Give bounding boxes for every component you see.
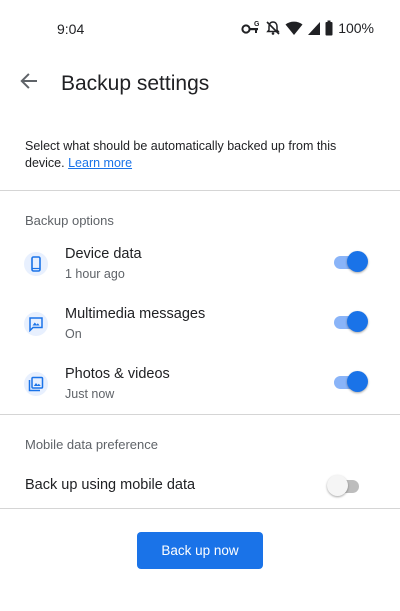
backup-option-subtitle: On	[65, 327, 82, 341]
back-up-now-button[interactable]: Back up now	[137, 532, 263, 569]
toggle-thumb	[327, 475, 348, 496]
backup-option-title: Multimedia messages	[65, 306, 206, 322]
learn-more-link[interactable]: Learn more	[68, 156, 132, 170]
battery-percent: 100%	[338, 20, 374, 36]
vpn-key-icon: G	[241, 20, 261, 36]
status-icons: G 100%	[241, 19, 374, 37]
phone-icon	[24, 252, 48, 276]
section-header-mobile-data: Mobile data preference	[25, 437, 158, 452]
backup-option-subtitle: Just now	[65, 387, 115, 401]
arrow-back-icon	[19, 71, 39, 96]
backup-option-title: Photos & videos	[65, 366, 170, 382]
backup-option-device-data[interactable]: Device data 1 hour ago	[0, 246, 400, 296]
toggle-thumb	[347, 251, 368, 272]
device-data-toggle[interactable]	[332, 250, 368, 274]
mobile-data-label: Back up using mobile data	[25, 477, 196, 493]
back-button[interactable]	[14, 68, 44, 98]
mobile-data-toggle[interactable]	[327, 474, 363, 498]
svg-text:G: G	[254, 21, 260, 28]
mobile-data-row[interactable]: Back up using mobile data	[0, 474, 400, 498]
status-time: 9:04	[57, 21, 85, 37]
wifi-icon	[285, 20, 303, 36]
notifications-off-icon	[265, 20, 281, 36]
divider	[0, 190, 400, 191]
photo-icon	[24, 372, 48, 396]
divider	[0, 508, 400, 509]
page-title: Backup settings	[61, 72, 210, 95]
backup-option-subtitle: 1 hour ago	[65, 267, 125, 281]
toggle-thumb	[347, 371, 368, 392]
battery-icon	[325, 20, 333, 36]
app-bar: Backup settings	[0, 56, 400, 112]
multimedia-messages-toggle[interactable]	[332, 310, 368, 334]
backup-option-title: Device data	[65, 246, 142, 262]
backup-option-multimedia-messages[interactable]: Multimedia messages On	[0, 306, 400, 356]
cell-signal-icon	[307, 20, 321, 36]
backup-option-photos-videos[interactable]: Photos & videos Just now	[0, 366, 400, 416]
toggle-thumb	[347, 311, 368, 332]
mms-icon	[24, 312, 48, 336]
status-bar: 9:04 G 100%	[0, 0, 400, 56]
divider	[0, 414, 400, 415]
section-header-backup-options: Backup options	[25, 213, 114, 228]
intro-text: Select what should be automatically back…	[25, 138, 370, 172]
photos-videos-toggle[interactable]	[332, 370, 368, 394]
